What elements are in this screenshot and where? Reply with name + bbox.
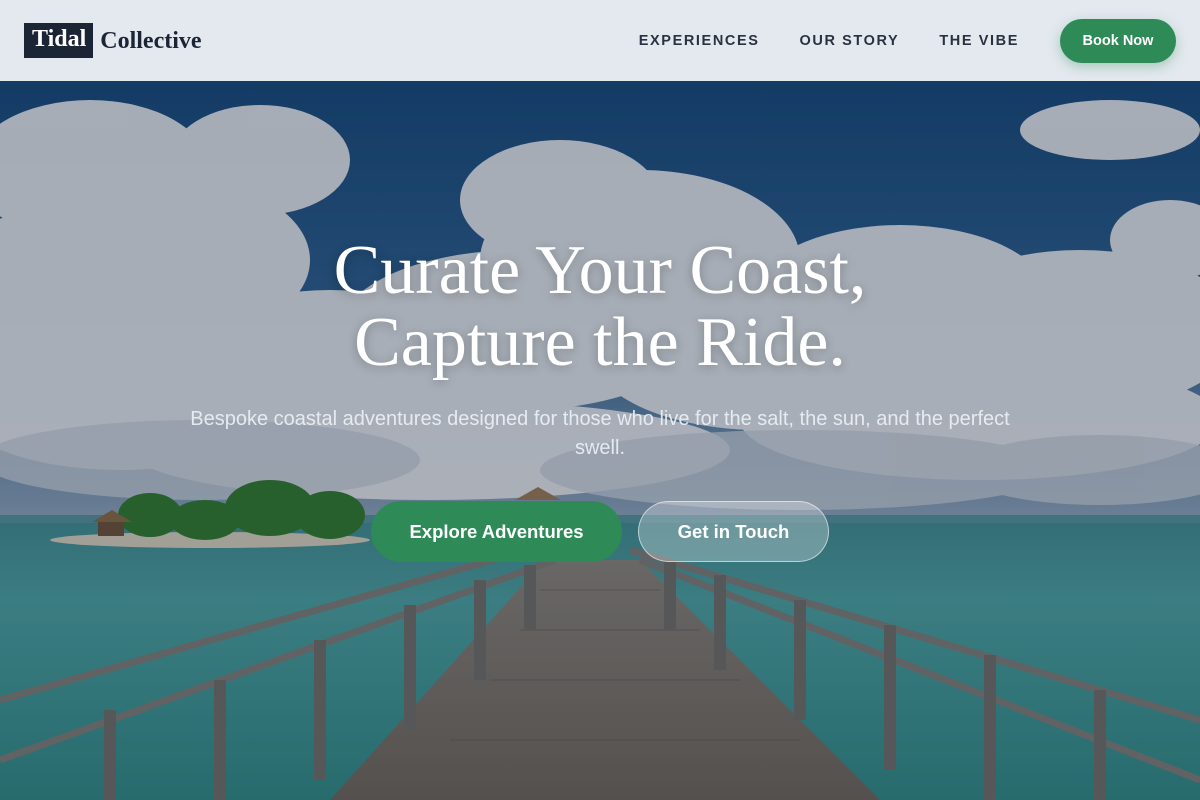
hero-cta-group: Explore Adventures Get in Touch [0,501,1200,562]
hero-title-line-1: Curate Your Coast, [333,232,867,309]
hero-title: Curate Your Coast, Capture the Ride. [0,235,1200,379]
brand-logo[interactable]: Tidal Collective [24,23,202,58]
site-header: Tidal Collective EXPERIENCES OUR STORY T… [0,0,1200,81]
hero-subtitle: Bespoke coastal adventures designed for … [190,408,1010,459]
get-in-touch-button[interactable]: Get in Touch [638,501,829,562]
explore-adventures-button[interactable]: Explore Adventures [371,501,622,562]
hero-section: Curate Your Coast, Capture the Ride. Bes… [0,81,1200,800]
logo-box-text: Tidal [24,23,94,58]
hero-title-line-2: Capture the Ride. [354,304,846,381]
logo-wordmark: Collective [100,27,202,54]
main-nav: EXPERIENCES OUR STORY THE VIBE Book Now [639,18,1176,63]
nav-link-the-vibe[interactable]: THE VIBE [939,33,1019,49]
nav-link-our-story[interactable]: OUR STORY [800,33,900,49]
nav-link-experiences[interactable]: EXPERIENCES [639,33,760,49]
book-now-button[interactable]: Book Now [1060,18,1176,63]
